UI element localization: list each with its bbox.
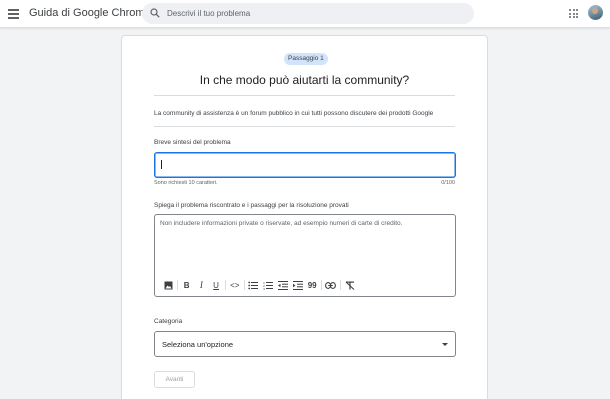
bold-icon[interactable]: B bbox=[180, 278, 194, 292]
clear-formatting-icon[interactable] bbox=[343, 278, 357, 292]
image-icon[interactable] bbox=[161, 278, 175, 292]
divider bbox=[154, 126, 455, 127]
toolbar-separator bbox=[177, 280, 179, 290]
indent-increase-icon[interactable] bbox=[291, 278, 305, 292]
summary-hint: Sono richiesti 10 caratteri. bbox=[154, 180, 218, 186]
account-avatar[interactable] bbox=[588, 5, 603, 20]
svg-text:3: 3 bbox=[263, 287, 265, 290]
details-label: Spiega il problema riscontrato e i passa… bbox=[154, 202, 349, 209]
details-editor: B I U <> 123 99 bbox=[154, 214, 456, 297]
category-selected-value: Seleziona un'opzione bbox=[162, 340, 234, 349]
question-form-card: Passaggio 1 In che modo può aiutarti la … bbox=[121, 35, 488, 399]
next-button[interactable]: Avanti bbox=[154, 371, 195, 388]
menu-icon[interactable] bbox=[7, 7, 21, 21]
intro-text: La community di assistenza è un forum pu… bbox=[154, 110, 434, 117]
search-box[interactable] bbox=[142, 3, 474, 24]
details-textarea[interactable] bbox=[155, 215, 455, 275]
category-select[interactable]: Seleziona un'opzione bbox=[154, 331, 456, 357]
formatting-toolbar: B I U <> 123 99 bbox=[161, 278, 357, 292]
step-badge: Passaggio 1 bbox=[284, 53, 328, 65]
divider bbox=[154, 95, 455, 96]
italic-icon[interactable]: I bbox=[194, 278, 208, 292]
dropdown-arrow-icon bbox=[442, 343, 448, 346]
bulleted-list-icon[interactable] bbox=[246, 278, 260, 292]
category-label: Categoria bbox=[154, 318, 183, 325]
toolbar-separator bbox=[321, 280, 323, 290]
underline-icon[interactable]: U bbox=[209, 278, 223, 292]
search-icon bbox=[150, 8, 160, 18]
code-icon[interactable]: <> bbox=[228, 278, 242, 292]
toolbar-separator bbox=[340, 280, 342, 290]
top-app-bar: Guida di Google Chrome bbox=[0, 0, 610, 28]
toolbar-separator bbox=[225, 280, 227, 290]
summary-input[interactable] bbox=[154, 152, 456, 178]
search-input[interactable] bbox=[167, 5, 467, 22]
indent-decrease-icon[interactable] bbox=[276, 278, 290, 292]
link-icon[interactable] bbox=[324, 278, 338, 292]
numbered-list-icon[interactable]: 123 bbox=[261, 278, 275, 292]
quote-icon[interactable]: 99 bbox=[305, 278, 319, 292]
apps-grid-icon[interactable] bbox=[569, 9, 578, 18]
summary-label: Breve sintesi del problema bbox=[154, 139, 231, 146]
app-title[interactable]: Guida di Google Chrome bbox=[29, 7, 151, 19]
form-headline: In che modo può aiutarti la community? bbox=[199, 73, 410, 87]
summary-char-counter: 0/100 bbox=[441, 180, 455, 186]
toolbar-separator bbox=[243, 280, 245, 290]
text-cursor bbox=[161, 160, 162, 169]
